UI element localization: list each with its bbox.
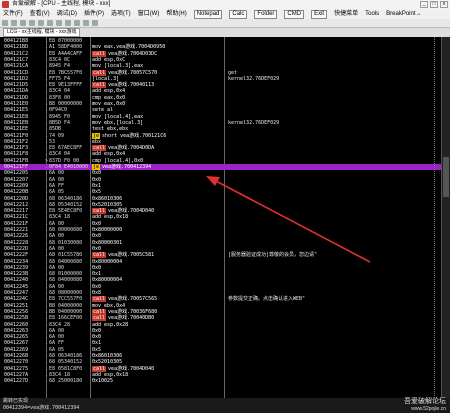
call-keyword: call: [92, 252, 107, 259]
trace-over-icon[interactable]: [74, 20, 80, 26]
disassembly-cell: vea游戏.70036F680: [108, 308, 158, 315]
disassembly-cell: vea游戏.7004D040: [108, 365, 155, 372]
hex-dump-cell: 68 25000180: [49, 378, 83, 385]
close-button[interactable]: x: [440, 1, 448, 8]
goto-icon[interactable]: [92, 20, 98, 26]
pause-icon[interactable]: [38, 20, 44, 26]
menu-item-view[interactable]: 查看(V): [30, 9, 50, 19]
window-title: 吾爱破解 - [CPU - 主线程, 模块 - xxx]: [12, 1, 111, 7]
disassembly-cell: vea游戏.7004D03DC: [108, 50, 158, 57]
watermark-title: 吾爱破解论坛: [404, 398, 446, 405]
call-keyword: call: [92, 365, 107, 372]
disassembly-cell: vea游戏.7004D0DA: [108, 145, 155, 152]
call-keyword: call: [92, 296, 107, 303]
address-cell: 0041227D: [4, 378, 29, 385]
open-icon[interactable]: [2, 20, 8, 26]
disassembly-cell: vea游戏.70040113: [108, 82, 155, 89]
jump-path-guide: [434, 37, 438, 398]
menu-item-tools[interactable]: Tools: [365, 9, 379, 19]
menu-item-help[interactable]: 帮助(H): [166, 9, 186, 19]
folder-button[interactable]: Folder: [254, 10, 278, 19]
call-keyword: call: [92, 208, 107, 215]
call-keyword: call: [92, 82, 107, 89]
instruction-row[interactable]: 0041227D. 68 25000180 0x10025: [0, 378, 450, 384]
calc-button[interactable]: Calc: [229, 10, 248, 19]
status-jump-text: 跳转已实现: [3, 398, 29, 404]
menu-item-shortcuts[interactable]: 快捷菜单: [334, 9, 358, 19]
status-target-text: 00412394=vea游戏.700412394: [3, 405, 80, 411]
exit-button[interactable]: Exit: [311, 10, 328, 19]
call-keyword: call: [92, 308, 107, 315]
maximize-button[interactable]: □: [430, 1, 438, 8]
notepad-button[interactable]: Notepad: [193, 10, 223, 19]
step-into-icon[interactable]: [47, 20, 53, 26]
toolbar: [0, 19, 450, 28]
trace-into-icon[interactable]: [65, 20, 71, 26]
tab-cpu[interactable]: LCG - xx主线程, 模块 - xxx游戏: [3, 28, 81, 37]
call-keyword: call: [92, 145, 107, 152]
flow-mark-cell: .: [45, 378, 49, 385]
menu-item-window[interactable]: 窗口(W): [138, 9, 160, 19]
disassembly-cell: vea游戏.70057C565: [108, 296, 158, 303]
cmd-button[interactable]: CMD: [284, 10, 305, 19]
run-icon[interactable]: [29, 20, 35, 26]
disassembly-cell: vea游戏.70057C570: [108, 69, 158, 76]
disassembly-cell: 0x10025: [92, 378, 114, 385]
menu-item-file[interactable]: 文件(F): [3, 9, 23, 19]
menu-bar: 文件(F) 查看(V) 调试(D) 插件(P) 选项(T) 窗口(W) 帮助(H…: [0, 9, 450, 19]
disassembly-cell: vea游戏.700412394: [102, 164, 152, 170]
disassembly-cell: vea游戏.7004D040: [108, 208, 155, 215]
disassembly-pane[interactable]: 004121B8. E8 07000000 004121BD. A1 58DF4000…: [0, 37, 450, 398]
jump-keyword: je: [92, 164, 101, 170]
disassembly-cell: vea游戏.70040DB0: [108, 315, 155, 322]
status-bar: 跳转已实现 00412394=vea游戏.700412394: [0, 398, 450, 413]
watermark: 吾爱破解论坛 www.52pojie.cn: [404, 396, 446, 412]
disassembly-cell: vea游戏.7005C581: [108, 252, 155, 259]
execute-till-return-icon[interactable]: [83, 20, 89, 26]
menu-item-breakpoint[interactable]: BreakPoint→: [386, 9, 421, 19]
call-keyword: call: [92, 50, 107, 57]
close-file-icon[interactable]: [20, 20, 26, 26]
watermark-url: www.52pojie.cn: [411, 406, 446, 412]
disassembly-cell: short vea游戏.700121C6: [102, 132, 167, 139]
window-titlebar: 吾爱破解 - [CPU - 主线程, 模块 - xxx] _ □ x: [0, 0, 450, 9]
menu-item-options[interactable]: 选项(T): [111, 9, 131, 19]
menu-item-plugins[interactable]: 插件(P): [84, 9, 104, 19]
vertical-scrollbar[interactable]: [441, 37, 450, 398]
minimize-button[interactable]: _: [420, 1, 428, 8]
menu-item-debug[interactable]: 调试(D): [57, 9, 77, 19]
app-logo-icon: [2, 1, 9, 8]
restart-icon[interactable]: [11, 20, 17, 26]
call-keyword: call: [92, 315, 107, 322]
jump-keyword: je: [92, 132, 101, 139]
cpu-tab-bar: LCG - xx主线程, 模块 - xxx游戏: [0, 28, 450, 37]
scrollbar-thumb[interactable]: [443, 157, 449, 197]
call-keyword: call: [92, 69, 107, 76]
step-over-icon[interactable]: [56, 20, 62, 26]
